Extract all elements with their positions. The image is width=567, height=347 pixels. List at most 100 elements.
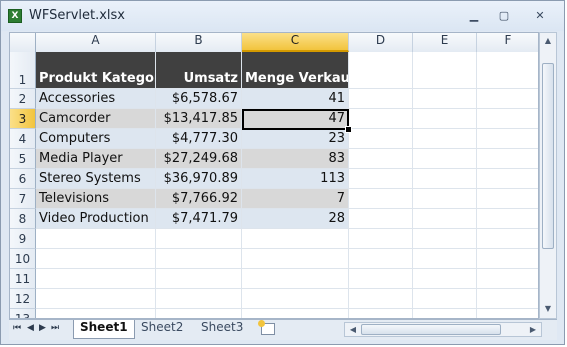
empty-cell[interactable] xyxy=(413,229,477,249)
empty-cell[interactable] xyxy=(477,189,538,209)
table-cell[interactable]: $36,970.89 xyxy=(156,169,242,189)
vertical-scroll-thumb[interactable] xyxy=(542,63,554,249)
horizontal-scroll-thumb[interactable] xyxy=(361,324,501,335)
minimize-button[interactable]: ▁ xyxy=(462,8,486,24)
empty-cell[interactable] xyxy=(36,229,156,249)
table-cell[interactable]: 23 xyxy=(242,129,349,149)
table-cell[interactable]: $7,766.92 xyxy=(156,189,242,209)
table-header-cell[interactable]: Menge Verkauft xyxy=(242,52,349,89)
empty-cell[interactable] xyxy=(242,269,349,289)
table-cell[interactable]: 113 xyxy=(242,169,349,189)
row-header-5[interactable]: 5 xyxy=(10,149,36,169)
last-sheet-icon[interactable]: ⏭ xyxy=(51,323,59,333)
empty-cell[interactable] xyxy=(413,52,477,89)
column-header-a[interactable]: A xyxy=(36,33,156,52)
empty-cell[interactable] xyxy=(156,249,242,269)
table-cell[interactable]: $4,777.30 xyxy=(156,129,242,149)
row-header-13[interactable]: 13 xyxy=(10,309,36,318)
empty-cell[interactable] xyxy=(349,129,413,149)
tab-sheet2[interactable]: Sheet2 xyxy=(135,320,189,338)
empty-cell[interactable] xyxy=(349,169,413,189)
row-header-11[interactable]: 11 xyxy=(10,269,36,289)
empty-cell[interactable] xyxy=(36,309,156,318)
empty-cell[interactable] xyxy=(242,309,349,318)
scroll-left-icon[interactable]: ◀ xyxy=(345,322,361,338)
row-header-12[interactable]: 12 xyxy=(10,289,36,309)
empty-cell[interactable] xyxy=(349,229,413,249)
empty-cell[interactable] xyxy=(36,249,156,269)
tab-sheet3[interactable]: Sheet3 xyxy=(195,320,249,338)
column-header-c[interactable]: C xyxy=(242,33,349,52)
row-header-3[interactable]: 3 xyxy=(10,109,36,129)
empty-cell[interactable] xyxy=(413,249,477,269)
empty-cell[interactable] xyxy=(477,109,538,129)
restore-button[interactable]: ▢ xyxy=(492,8,516,24)
empty-cell[interactable] xyxy=(413,129,477,149)
row-header-7[interactable]: 7 xyxy=(10,189,36,209)
tab-sheet1[interactable]: Sheet1 xyxy=(73,320,135,339)
prev-sheet-icon[interactable]: ◀ xyxy=(27,323,34,333)
table-cell[interactable]: Video Production xyxy=(36,209,156,229)
empty-cell[interactable] xyxy=(349,109,413,129)
empty-cell[interactable] xyxy=(36,289,156,309)
empty-cell[interactable] xyxy=(413,289,477,309)
table-header-cell[interactable]: Umsatz xyxy=(156,52,242,89)
empty-cell[interactable] xyxy=(413,269,477,289)
empty-cell[interactable] xyxy=(477,249,538,269)
empty-cell[interactable] xyxy=(349,269,413,289)
table-cell[interactable]: $7,471.79 xyxy=(156,209,242,229)
table-cell[interactable]: $13,417.85 xyxy=(156,109,242,129)
empty-cell[interactable] xyxy=(477,209,538,229)
empty-cell[interactable] xyxy=(477,229,538,249)
row-header-6[interactable]: 6 xyxy=(10,169,36,189)
empty-cell[interactable] xyxy=(477,149,538,169)
table-cell[interactable]: Media Player xyxy=(36,149,156,169)
empty-cell[interactable] xyxy=(413,149,477,169)
select-all-corner[interactable] xyxy=(10,33,36,52)
table-header-cell[interactable]: Produkt Kategorie xyxy=(36,52,156,89)
empty-cell[interactable] xyxy=(242,289,349,309)
fill-handle[interactable] xyxy=(345,126,352,133)
empty-cell[interactable] xyxy=(413,89,477,109)
empty-cell[interactable] xyxy=(477,52,538,89)
empty-cell[interactable] xyxy=(156,269,242,289)
next-sheet-icon[interactable]: ▶ xyxy=(39,323,46,333)
empty-cell[interactable] xyxy=(242,229,349,249)
scroll-up-icon[interactable]: ▲ xyxy=(540,33,556,49)
empty-cell[interactable] xyxy=(156,289,242,309)
scroll-down-icon[interactable]: ▼ xyxy=(540,301,556,317)
empty-cell[interactable] xyxy=(349,309,413,318)
active-cell-border[interactable] xyxy=(242,109,349,130)
table-cell[interactable]: 41 xyxy=(242,89,349,109)
empty-cell[interactable] xyxy=(477,129,538,149)
first-sheet-icon[interactable]: ⏮ xyxy=(13,323,21,333)
close-button[interactable]: ✕ xyxy=(528,8,552,24)
scroll-right-icon[interactable]: ▶ xyxy=(525,322,541,338)
vertical-scrollbar[interactable]: ▲ ▼ xyxy=(539,32,557,319)
row-header-1[interactable]: 1 xyxy=(10,52,36,89)
column-header-f[interactable]: F xyxy=(477,33,538,52)
row-header-9[interactable]: 9 xyxy=(10,229,36,249)
table-cell[interactable]: Camcorder xyxy=(36,109,156,129)
empty-cell[interactable] xyxy=(477,169,538,189)
empty-cell[interactable] xyxy=(349,89,413,109)
horizontal-scrollbar[interactable]: ◀ ▶ xyxy=(344,322,542,337)
table-cell[interactable]: Accessories xyxy=(36,89,156,109)
empty-cell[interactable] xyxy=(477,269,538,289)
table-cell[interactable]: Computers xyxy=(36,129,156,149)
table-cell[interactable]: 83 xyxy=(242,149,349,169)
empty-cell[interactable] xyxy=(413,209,477,229)
table-cell[interactable]: $27,249.68 xyxy=(156,149,242,169)
empty-cell[interactable] xyxy=(413,189,477,209)
excel-icon[interactable]: X xyxy=(8,9,22,23)
table-cell[interactable]: $6,578.67 xyxy=(156,89,242,109)
empty-cell[interactable] xyxy=(477,309,538,318)
insert-sheet-icon[interactable] xyxy=(258,320,275,335)
table-cell[interactable]: Stereo Systems xyxy=(36,169,156,189)
table-cell[interactable]: 28 xyxy=(242,209,349,229)
empty-cell[interactable] xyxy=(156,309,242,318)
empty-cell[interactable] xyxy=(477,289,538,309)
empty-cell[interactable] xyxy=(413,309,477,318)
empty-cell[interactable] xyxy=(349,249,413,269)
empty-cell[interactable] xyxy=(477,89,538,109)
